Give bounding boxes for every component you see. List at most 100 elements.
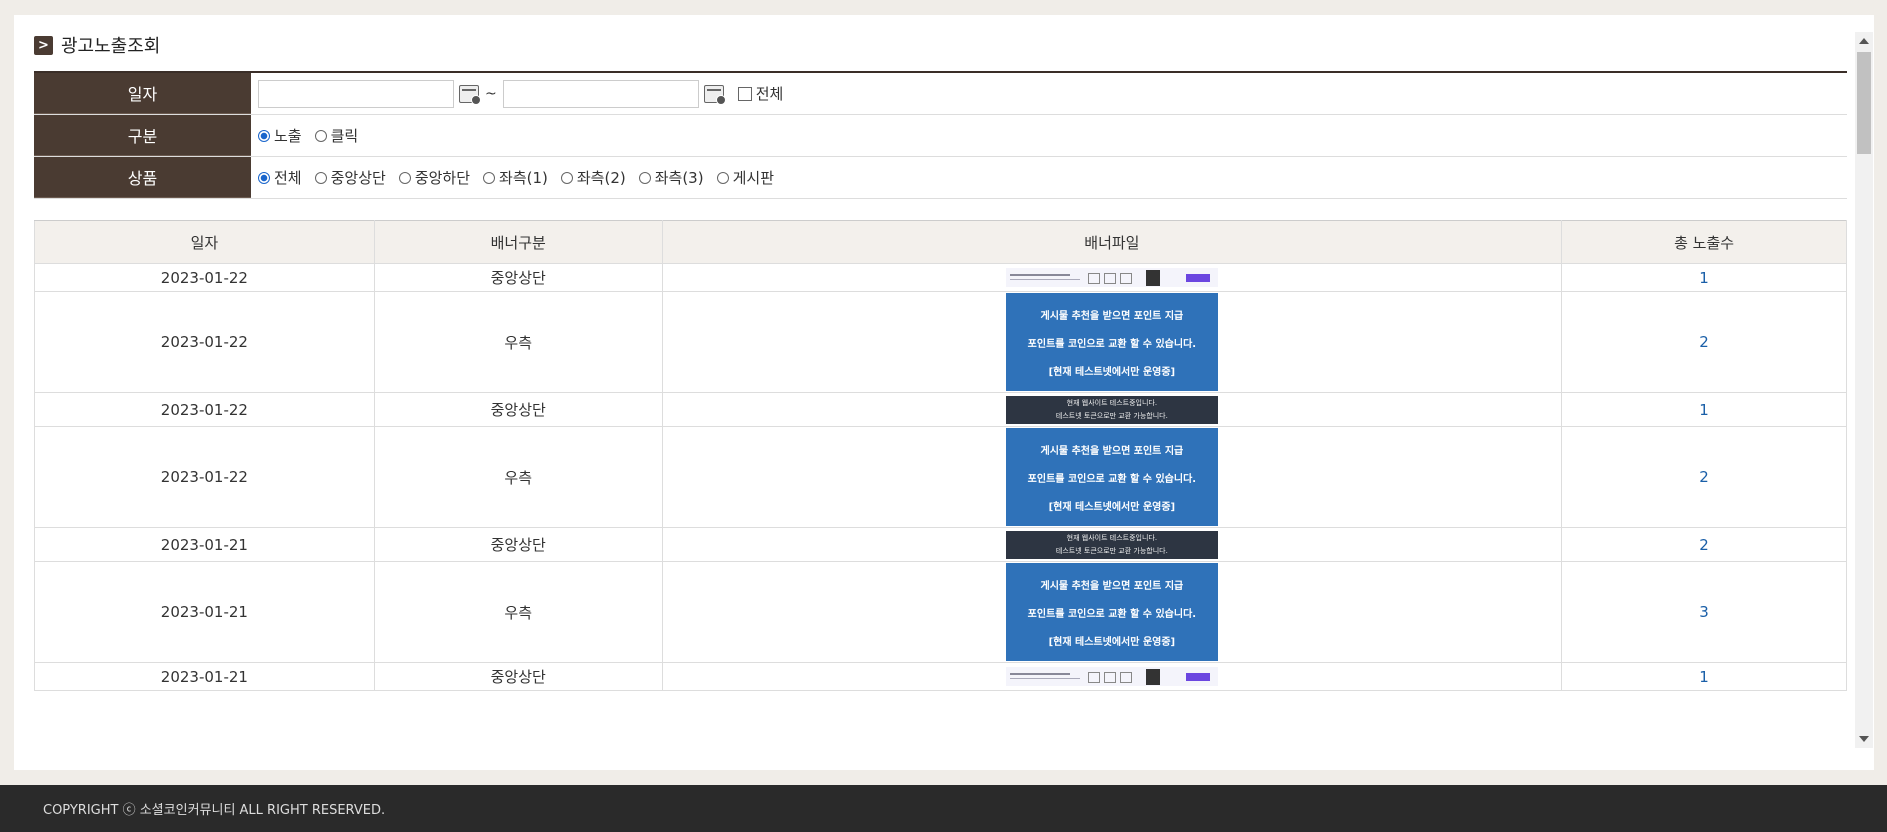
product-option[interactable]: 게시판 [716,167,774,188]
date-cell: 2023-01-22 [34,426,375,528]
banner-text: 현재 웹사이트 테스트중입니다. [1066,399,1158,407]
product-option[interactable]: 좌측(2) [560,167,626,188]
total-impressions-link[interactable]: 2 [1561,291,1847,393]
banner-text: 현재 웹사이트 테스트중입니다. [1066,534,1158,542]
banner-file-cell: 현재 웹사이트 테스트중입니다. 테스트넷 토큰으로만 교환 가능합니다. [661,392,1563,427]
banner-text: [현재 테스트넷에서만 운영중] [1048,366,1176,378]
banner-image [1005,667,1218,686]
page-title: > 광고노출조회 [34,34,161,57]
banner-file-cell [661,263,1563,292]
search-row-type: 구분 노출 클릭 [34,115,1847,157]
banner-text: 게시물 추천을 받으면 포인트 지급 [1040,445,1184,457]
banner-text: 게시물 추천을 받으면 포인트 지급 [1040,580,1184,592]
total-impressions-link[interactable]: 2 [1561,426,1847,528]
radio-button[interactable] [314,171,327,184]
banner-type-cell: 중앙상단 [373,392,663,427]
banner-file-cell: 현재 웹사이트 테스트중입니다. 테스트넷 토큰으로만 교환 가능합니다. [661,527,1563,562]
date-cell: 2023-01-22 [34,291,375,393]
date-to-input[interactable] [502,79,699,108]
type-radio-group: 노출 클릭 [251,115,1847,156]
date-cell: 2023-01-22 [34,263,375,292]
banner-text: [현재 테스트넷에서만 운영중] [1048,636,1176,648]
footer: COPYRIGHT ⓒ 소셜코인커뮤니티 ALL RIGHT RESERVED. [0,785,1887,832]
radio-label: 클릭 [330,127,359,145]
product-option[interactable]: 전체 [258,167,302,188]
banner-text: 포인트를 코인으로 교환 할 수 있습니다. [1027,473,1197,485]
banner-image: 현재 웹사이트 테스트중입니다. 테스트넷 토큰으로만 교환 가능합니다. [1005,530,1218,559]
type-option[interactable]: 클릭 [314,125,359,146]
banner-type-cell: 중앙상단 [373,263,663,292]
total-impressions-link[interactable]: 1 [1561,662,1847,691]
content-panel: > 광고노출조회 일자 ~ 전체 구분 노출 클릭 상품 전체 중앙상단 중앙하단 좌측… [14,15,1874,770]
product-option[interactable]: 좌측(1) [483,167,548,188]
search-row-date: 일자 ~ 전체 [34,73,1847,115]
copyright-text: COPYRIGHT ⓒ 소셜코인커뮤니티 ALL RIGHT RESERVED. [43,803,386,818]
product-option[interactable]: 중앙상단 [314,167,386,188]
date-label: 일자 [34,73,251,114]
column-header: 총 노출수 [1561,220,1847,264]
date-range-separator: ~ [485,85,497,102]
radio-button[interactable] [560,171,573,184]
banner-text: 게시물 추천을 받으면 포인트 지급 [1040,310,1184,322]
table-row: 2023-01-21 우측 게시물 추천을 받으면 포인트 지급포인트를 코인으로 … [34,561,1847,663]
radio-button[interactable] [258,129,270,142]
date-cell: 2023-01-21 [34,561,375,663]
radio-label: 중앙상단 [330,169,386,187]
product-option[interactable]: 좌측(3) [638,167,704,188]
table-body: 2023-01-22 중앙상단 1 2023-01-22 우측 게시물 추천을 받으면 포… [34,263,1847,691]
calendar-icon[interactable] [703,84,726,105]
column-header: 일자 [34,220,375,264]
banner-image: 현재 웹사이트 테스트중입니다. 테스트넷 토큰으로만 교환 가능합니다. [1005,395,1218,424]
radio-button[interactable] [314,129,327,142]
scroll-up-icon[interactable] [1859,38,1869,44]
search-row-product: 상품 전체 중앙상단 중앙하단 좌측(1) 좌측(2) 좌측(3) 게시판 [34,157,1847,199]
scroll-down-icon[interactable] [1859,736,1869,742]
radio-button[interactable] [398,171,411,184]
all-dates-label: 전체 [755,85,784,103]
banner-text: [현재 테스트넷에서만 운영중] [1048,501,1176,513]
radio-label: 게시판 [732,169,774,187]
banner-file-cell [661,662,1563,691]
banner-text: 포인트를 코인으로 교환 할 수 있습니다. [1027,338,1197,350]
date-cell: 2023-01-21 [34,662,375,691]
type-label: 구분 [34,115,251,156]
banner-text: 테스트넷 토큰으로만 교환 가능합니다. [1055,547,1168,555]
table-row: 2023-01-21 중앙상단 1 [34,662,1847,691]
date-from-input[interactable] [258,79,454,108]
banner-image: 게시물 추천을 받으면 포인트 지급포인트를 코인으로 교환 할 수 있습니다.… [1005,563,1218,661]
all-dates-checkbox[interactable] [737,86,752,101]
total-impressions-link[interactable]: 3 [1561,561,1847,663]
table-row: 2023-01-22 우측 게시물 추천을 받으면 포인트 지급포인트를 코인으로 … [34,291,1847,393]
product-option[interactable]: 중앙하단 [398,167,470,188]
radio-button[interactable] [258,171,270,184]
calendar-icon[interactable] [459,84,481,105]
total-impressions-link[interactable]: 1 [1561,263,1847,292]
type-option[interactable]: 노출 [258,125,302,146]
banner-type-cell: 우측 [373,561,663,663]
banner-file-cell: 게시물 추천을 받으면 포인트 지급포인트를 코인으로 교환 할 수 있습니다.… [661,291,1563,393]
banner-image: 게시물 추천을 받으면 포인트 지급포인트를 코인으로 교환 할 수 있습니다.… [1005,293,1218,391]
radio-button[interactable] [716,171,729,184]
radio-label: 좌측(2) [576,169,626,187]
column-header: 배너구분 [373,220,663,264]
page-title-text: 광고노출조회 [61,36,161,57]
total-impressions-link[interactable]: 1 [1561,392,1847,427]
product-label: 상품 [34,157,251,198]
date-cell: 2023-01-22 [34,392,375,427]
banner-text: 테스트넷 토큰으로만 교환 가능합니다. [1055,412,1168,420]
radio-button[interactable] [483,171,496,184]
column-header: 배너파일 [661,220,1563,264]
scroll-thumb[interactable] [1857,52,1871,154]
vertical-scrollbar[interactable] [1855,32,1873,748]
chevron-right-icon: > [34,35,53,55]
banner-type-cell: 중앙상단 [373,662,663,691]
banner-image [1005,268,1218,287]
total-impressions-link[interactable]: 2 [1561,527,1847,562]
radio-label: 좌측(1) [499,169,548,187]
table-header-row: 일자 배너구분 배너파일 총 노출수 [34,220,1847,264]
search-form: 일자 ~ 전체 구분 노출 클릭 상품 전체 중앙상단 중앙하단 좌측(1) 좌측(2) 좌… [34,71,1847,199]
banner-type-cell: 우측 [373,291,663,393]
table-row: 2023-01-21 중앙상단 현재 웹사이트 테스트중입니다. 테스트넷 토큰으로만… [34,527,1847,562]
radio-button[interactable] [638,171,651,184]
banner-text: 포인트를 코인으로 교환 할 수 있습니다. [1027,608,1197,620]
